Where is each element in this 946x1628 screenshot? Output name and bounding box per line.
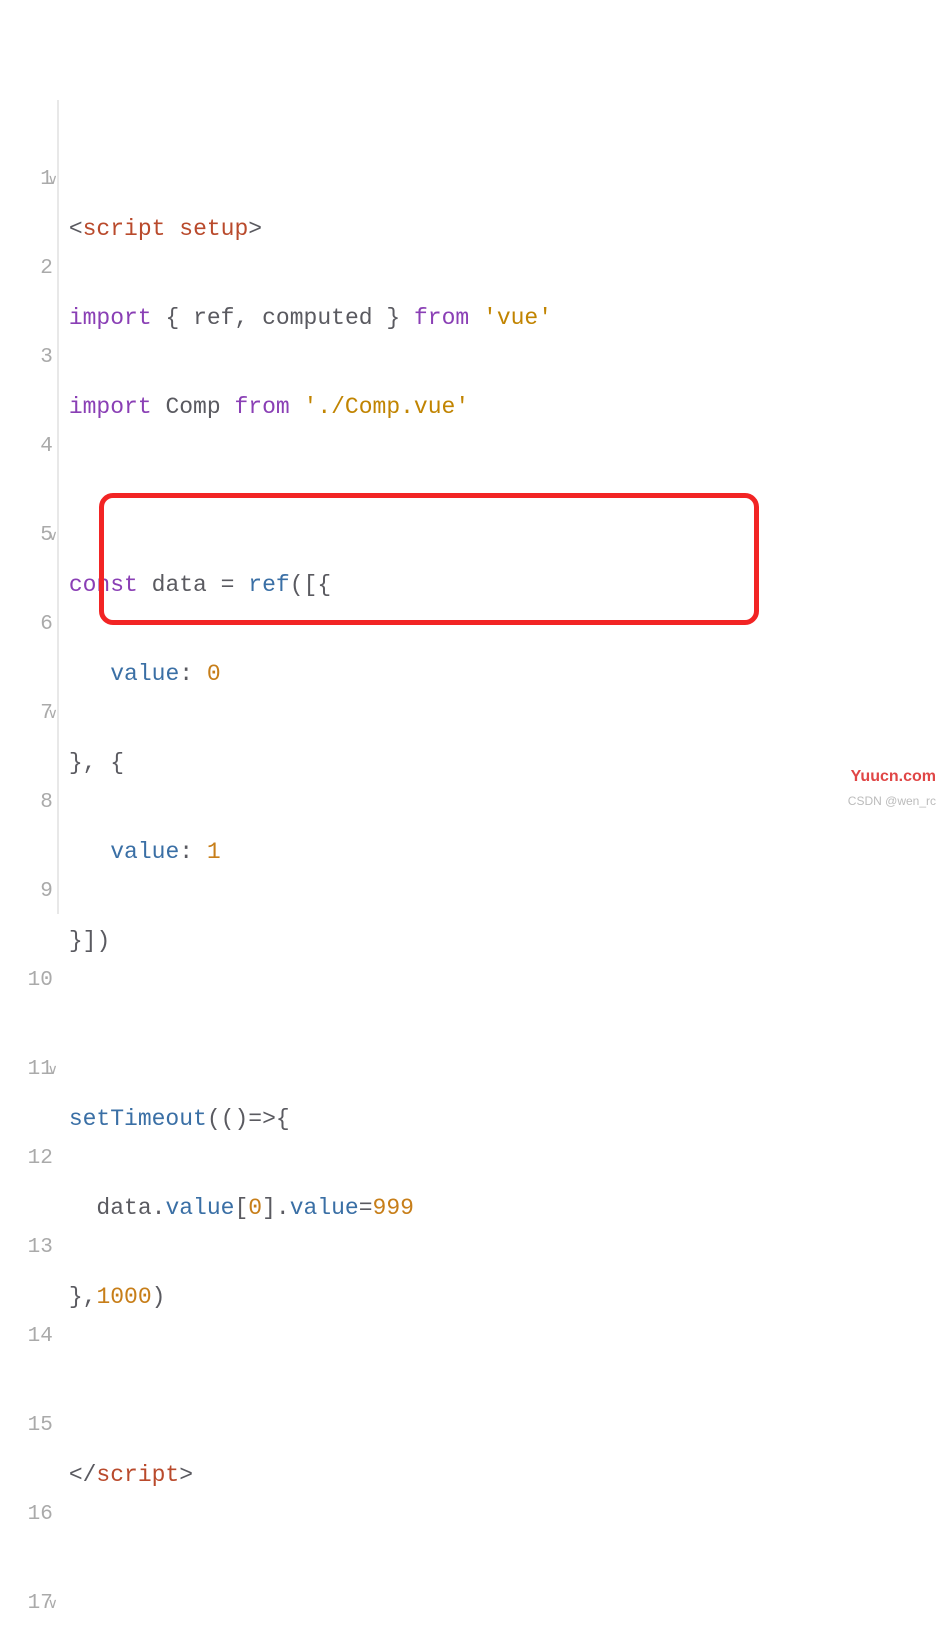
code-area[interactable]: <script setup> import { ref, computed } … [59,100,946,914]
code-editor: 1∨ 2 3 4 5∨ 6 7∨ 8 9 10 11∨ 12 13 14 15 … [0,100,946,914]
code-line: }, { [69,744,946,783]
code-line: value: 0 [69,655,946,694]
line-number: 12 [0,1139,53,1178]
line-number-gutter: 1∨ 2 3 4 5∨ 6 7∨ 8 9 10 11∨ 12 13 14 15 … [0,100,59,914]
code-line: data.value[0].value=999 [69,1189,946,1228]
line-number: 1∨ [0,160,53,199]
code-line [69,1011,946,1050]
fold-icon[interactable]: ∨ [48,162,56,201]
line-number: 15 [0,1406,53,1445]
line-number: 2 [0,249,53,288]
fold-icon[interactable]: ∨ [48,696,56,735]
code-line [69,1367,946,1406]
line-number: 14 [0,1317,53,1356]
code-line: value: 1 [69,833,946,872]
line-number: 6 [0,605,53,644]
code-line: import { ref, computed } from 'vue' [69,299,946,338]
code-line: setTimeout(()=>{ [69,1100,946,1139]
line-number: 3 [0,338,53,377]
line-number: 9 [0,872,53,911]
fold-icon[interactable]: ∨ [48,1052,56,1091]
code-line [69,1545,946,1584]
line-number: 13 [0,1228,53,1267]
line-number: 8 [0,783,53,822]
code-line: <script setup> [69,210,946,249]
watermark-site: Yuucn.com [851,768,936,786]
line-number: 16 [0,1495,53,1534]
code-line: </script> [69,1456,946,1495]
highlight-box [99,493,759,625]
code-line: }]) [69,922,946,961]
line-number: 10 [0,961,53,1000]
code-line: },1000) [69,1278,946,1317]
fold-icon[interactable]: ∨ [48,518,56,557]
watermark-credit: CSDN @wen_rc [848,794,936,808]
code-line: import Comp from './Comp.vue' [69,388,946,427]
line-number: 7∨ [0,694,53,733]
line-number: 17∨ [0,1584,53,1623]
line-number: 11∨ [0,1050,53,1089]
line-number: 4 [0,427,53,466]
line-number: 5∨ [0,516,53,555]
fold-icon[interactable]: ∨ [48,1586,56,1625]
